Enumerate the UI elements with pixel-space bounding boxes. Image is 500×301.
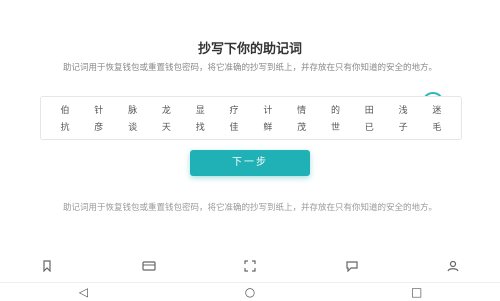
mnemonic-word: 彦 bbox=[94, 123, 104, 133]
footer-note: 助记词用于恢复钱包或重置钱包密码，将它准确的抄写到纸上，并存放在只有你知道的安全… bbox=[62, 203, 437, 213]
mnemonic-word: 天 bbox=[161, 123, 171, 133]
mnemonic-word: 浅 bbox=[398, 106, 408, 116]
recent-apps-button[interactable]: □ bbox=[407, 285, 427, 299]
mnemonic-word: 已 bbox=[364, 123, 374, 133]
mnemonic-word: 疗 bbox=[229, 106, 239, 116]
next-button[interactable]: 下一步 bbox=[190, 150, 310, 176]
description-text: 助记词用于恢复钱包或重置钱包密码，将它准确的抄写到纸上，并存放在只有你知道的安全… bbox=[62, 63, 437, 73]
scan-icon[interactable] bbox=[243, 260, 257, 272]
chat-icon[interactable] bbox=[345, 260, 359, 273]
mnemonic-word: 计 bbox=[263, 106, 273, 116]
back-button[interactable]: ◁ bbox=[73, 285, 93, 299]
mnemonic-word: 世 bbox=[330, 123, 340, 133]
mnemonic-word: 针 bbox=[94, 106, 104, 116]
mnemonic-word: 显 bbox=[195, 106, 205, 116]
bottom-icon-bar bbox=[40, 256, 460, 276]
mnemonic-word: 情 bbox=[297, 106, 307, 116]
mnemonic-word: 的 bbox=[330, 106, 340, 116]
mnemonic-word: 佳 bbox=[229, 123, 239, 133]
mnemonic-word: 鲜 bbox=[263, 123, 273, 133]
mnemonic-row-2: 抗 彦 谈 天 找 佳 鲜 茂 世 已 子 毛 bbox=[41, 120, 461, 133]
mnemonic-word: 茂 bbox=[297, 123, 307, 133]
home-button[interactable]: ○ bbox=[240, 285, 260, 299]
mnemonic-word: 迷 bbox=[432, 106, 442, 116]
wallet-icon[interactable] bbox=[141, 260, 156, 272]
mnemonic-word: 子 bbox=[398, 123, 408, 133]
mnemonic-word: 谈 bbox=[128, 123, 138, 133]
user-icon[interactable] bbox=[446, 260, 460, 272]
mnemonic-word: 找 bbox=[195, 123, 205, 133]
mnemonic-word: 毛 bbox=[432, 123, 442, 133]
system-nav-bar: ◁ ○ □ bbox=[0, 282, 500, 301]
mnemonic-word: 龙 bbox=[161, 106, 171, 116]
mnemonic-word: 田 bbox=[364, 106, 374, 116]
mnemonic-word: 脉 bbox=[128, 106, 138, 116]
mnemonic-word: 抗 bbox=[60, 123, 70, 133]
page-title: 抄写下你的助记词 bbox=[197, 42, 302, 57]
mnemonic-row-1: 伯 针 脉 龙 显 疗 计 情 的 田 浅 迷 bbox=[41, 103, 461, 116]
mnemonic-box: 伯 针 脉 龙 显 疗 计 情 的 田 浅 迷 抗 彦 谈 天 找 佳 鲜 茂 … bbox=[40, 96, 462, 140]
mnemonic-word: 伯 bbox=[60, 106, 70, 116]
bookmark-icon[interactable] bbox=[40, 260, 54, 273]
